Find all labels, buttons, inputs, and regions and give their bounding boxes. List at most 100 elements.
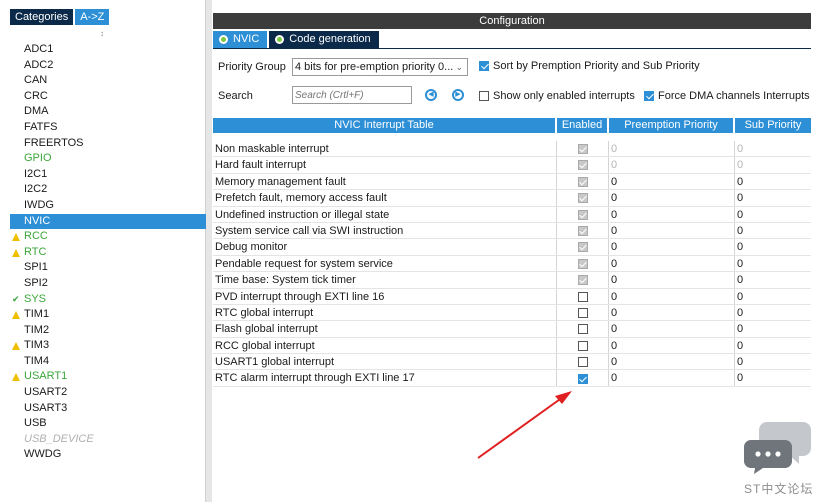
sub-priority-cell[interactable]: 0 xyxy=(735,321,811,336)
enabled-checkbox[interactable] xyxy=(577,340,588,351)
column-header-sub-priority[interactable]: Sub Priority xyxy=(735,118,811,133)
enabled-checkbox[interactable] xyxy=(577,357,588,368)
preemption-priority-cell[interactable]: 0 xyxy=(609,370,735,386)
table-row[interactable]: RTC alarm interrupt through EXTI line 17… xyxy=(213,370,811,387)
peripheral-item[interactable]: I2C2 xyxy=(10,182,206,198)
priority-group-select[interactable]: 4 bits for pre-emption priority 0... ⌄ xyxy=(292,58,468,76)
enabled-checkbox[interactable] xyxy=(577,373,588,384)
tab-categories[interactable]: Categories xyxy=(10,9,74,25)
peripheral-item[interactable]: USB xyxy=(10,416,206,432)
force-dma-option[interactable]: Force DMA channels Interrupts xyxy=(644,90,810,102)
search-next-icon[interactable]: ▶ xyxy=(452,89,464,101)
preemption-priority-cell[interactable]: 0 xyxy=(609,206,735,222)
preemption-priority-cell[interactable]: 0 xyxy=(609,272,735,288)
preemption-priority-cell[interactable]: 0 xyxy=(609,222,735,239)
peripheral-item[interactable]: DMA xyxy=(10,104,206,120)
preemption-priority-cell[interactable]: 0 xyxy=(609,288,735,304)
peripheral-item[interactable]: FATFS xyxy=(10,120,206,136)
sub-priority-cell[interactable]: 0 xyxy=(735,354,811,369)
preemption-priority-cell[interactable]: 0 xyxy=(609,354,735,370)
preemption-priority-cell[interactable]: 0 xyxy=(609,337,735,354)
enabled-checkbox[interactable] xyxy=(577,324,588,335)
peripheral-item[interactable]: SPI2 xyxy=(10,276,206,292)
sub-priority-cell[interactable]: 0 xyxy=(735,305,811,320)
sub-priority-cell[interactable]: 0 xyxy=(735,223,811,238)
table-row[interactable]: RCC global interrupt 0 0 xyxy=(213,337,811,355)
sub-priority-cell[interactable]: 0 xyxy=(735,370,811,385)
peripheral-item[interactable]: WWDG xyxy=(10,447,206,463)
peripheral-item[interactable]: TIM1 xyxy=(10,307,206,323)
tab-code-generation[interactable]: Code generation xyxy=(269,31,379,48)
column-header-interrupt[interactable]: NVIC Interrupt Table xyxy=(213,118,557,133)
table-row[interactable]: Time base: System tick timer 0 0 xyxy=(213,272,811,289)
peripheral-item[interactable]: CRC xyxy=(10,89,206,105)
table-row[interactable]: USART1 global interrupt 0 0 xyxy=(213,354,811,371)
peripheral-item[interactable]: RCC xyxy=(10,229,206,245)
preemption-priority-cell[interactable]: 0 xyxy=(609,304,735,321)
sub-priority-cell[interactable]: 0 xyxy=(735,272,811,287)
show-enabled-checkbox[interactable] xyxy=(479,91,489,101)
enabled-checkbox[interactable] xyxy=(577,291,588,302)
peripheral-item[interactable]: I2C1 xyxy=(10,167,206,183)
tab-nvic[interactable]: NVIC xyxy=(213,31,268,48)
peripheral-item[interactable]: USART1 xyxy=(10,369,206,385)
tab-a-to-z[interactable]: A->Z xyxy=(75,9,110,25)
sub-priority-cell[interactable]: 0 xyxy=(735,256,811,271)
table-row[interactable]: PVD interrupt through EXTI line 16 0 0 xyxy=(213,288,811,305)
preemption-priority-cell[interactable]: 0 xyxy=(609,173,735,190)
show-enabled-option[interactable]: Show only enabled interrupts xyxy=(479,90,635,102)
search-previous-icon[interactable]: ◀ xyxy=(425,89,437,101)
peripheral-item[interactable]: NVIC xyxy=(10,213,206,230)
sub-priority-cell[interactable]: 0 xyxy=(735,207,811,222)
sort-by-priority-option[interactable]: Sort by Premption Priority and Sub Prior… xyxy=(479,60,700,72)
peripheral-item[interactable]: USART2 xyxy=(10,385,206,401)
preemption-priority-cell[interactable]: 0 xyxy=(609,190,735,206)
peripheral-item[interactable]: ✔ SYS xyxy=(10,292,206,308)
sub-priority-cell[interactable]: 0 xyxy=(735,239,811,254)
sub-priority-cell[interactable]: 0 xyxy=(735,289,811,304)
peripheral-label: I2C2 xyxy=(24,183,48,196)
peripheral-item[interactable]: TIM2 xyxy=(10,323,206,339)
enabled-cell xyxy=(557,255,609,272)
table-row[interactable]: Undefined instruction or illegal state 0 0 xyxy=(213,206,811,223)
table-row[interactable]: Pendable request for system service 0 0 xyxy=(213,255,811,273)
peripheral-item[interactable]: SPI1 xyxy=(10,260,206,276)
peripheral-item[interactable]: ADC1 xyxy=(10,42,206,58)
sort-arrow-icon[interactable]: ↕ xyxy=(100,29,104,38)
table-row[interactable]: Hard fault interrupt 0 0 xyxy=(213,157,811,174)
sub-priority-cell[interactable]: 0 xyxy=(735,174,811,189)
table-row[interactable]: Non maskable interrupt 0 0 xyxy=(213,141,811,158)
table-row[interactable]: Memory management fault 0 0 xyxy=(213,173,811,191)
peripheral-item[interactable]: FREERTOS xyxy=(10,136,206,152)
table-row[interactable]: RTC global interrupt 0 0 xyxy=(213,304,811,322)
interrupt-name: USART1 global interrupt xyxy=(213,354,557,370)
peripheral-item[interactable]: RTC xyxy=(10,245,206,261)
enabled-checkbox[interactable] xyxy=(577,308,588,318)
column-header-preemption[interactable]: Preemption Priority xyxy=(609,118,735,133)
peripheral-item[interactable]: TIM4 xyxy=(10,354,206,370)
peripheral-label: USB_DEVICE xyxy=(24,432,94,445)
table-row[interactable]: Debug monitor 0 0 xyxy=(213,239,811,256)
column-header-enabled[interactable]: Enabled xyxy=(557,118,609,133)
preemption-priority-cell[interactable]: 0 xyxy=(609,255,735,272)
search-input[interactable] xyxy=(292,86,412,104)
peripheral-item[interactable]: TIM3 xyxy=(10,338,206,354)
table-row[interactable]: System service call via SWI instruction 0… xyxy=(213,222,811,240)
force-dma-checkbox[interactable] xyxy=(644,91,654,101)
table-row[interactable]: Flash global interrupt 0 0 xyxy=(213,321,811,338)
sub-priority-cell: 0 xyxy=(737,159,744,172)
sub-priority-cell[interactable]: 0 xyxy=(735,338,811,353)
preemption-priority-cell[interactable]: 0 xyxy=(609,239,735,255)
table-row[interactable]: Prefetch fault, memory access fault 0 0 xyxy=(213,190,811,207)
enabled-checkbox xyxy=(577,258,588,269)
sub-priority-cell[interactable]: 0 xyxy=(735,190,811,205)
peripheral-item[interactable]: CAN xyxy=(10,73,206,89)
peripheral-item[interactable]: GPIO xyxy=(10,151,206,167)
peripheral-item[interactable]: ADC2 xyxy=(10,58,206,74)
preemption-priority-cell[interactable]: 0 xyxy=(609,321,735,337)
peripheral-item[interactable]: USB_DEVICE xyxy=(10,432,206,448)
peripheral-item[interactable]: USART3 xyxy=(10,401,206,417)
sort-by-priority-checkbox[interactable] xyxy=(479,61,489,71)
peripheral-item[interactable]: IWDG xyxy=(10,198,206,214)
peripheral-label: DMA xyxy=(24,105,49,118)
